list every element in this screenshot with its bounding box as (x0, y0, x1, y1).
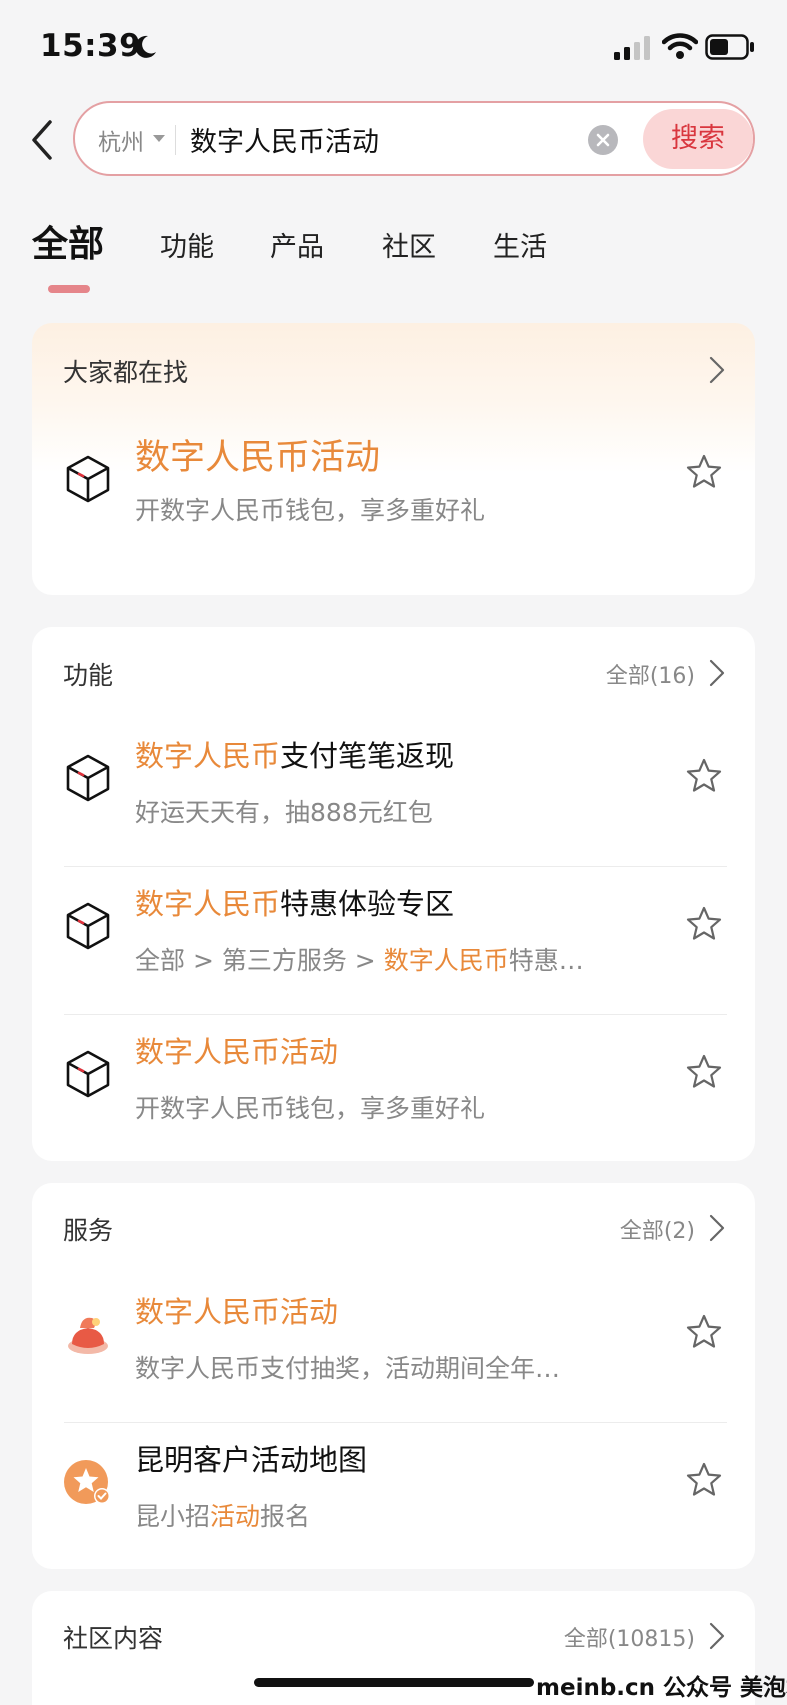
services-card: 服务 全部(2) 数字人民币活动 数字人民币支付抽奖，活动期间全年… 昆明客户活… (32, 1183, 755, 1569)
tab-product[interactable]: 产品 (270, 225, 324, 264)
city-selector[interactable]: 杭州 (98, 123, 144, 157)
list-item[interactable]: 数字人民币活动 开数字人民币钱包，享多重好礼 (32, 403, 755, 543)
tab-all[interactable]: 全部 (32, 215, 104, 267)
active-tab-indicator (48, 285, 90, 293)
trending-card: 大家都在找 数字人民币活动 开数字人民币钱包，享多重好礼 (32, 323, 755, 595)
clear-search-button[interactable] (588, 125, 618, 155)
section-title: 社区内容 (63, 1624, 164, 1653)
star-badge-icon (64, 1460, 110, 1504)
list-item[interactable]: 昆明客户活动地图 昆小招活动报名 (32, 1411, 755, 1551)
item-title-rest: 支付笔笔返现 (280, 739, 455, 773)
subtitle-highlight: 活动 (210, 1502, 261, 1531)
star-icon[interactable] (685, 1053, 723, 1091)
moon-icon (135, 35, 156, 58)
item-title-highlight: 数字人民币 (135, 887, 281, 921)
star-icon[interactable] (685, 757, 723, 795)
functions-card: 功能 全部(16) 数字人民币支付笔笔返现 好运天天有，抽888元红包 数字人民… (32, 627, 755, 1161)
back-button[interactable] (28, 118, 58, 162)
home-indicator (254, 1678, 534, 1687)
subtitle-suffix: 报名 (260, 1502, 311, 1531)
item-subtitle: 数字人民币支付抽奖，活动期间全年… (135, 1354, 561, 1383)
item-subtitle: 好运天天有，抽888元红包 (135, 798, 433, 827)
wifi-icon (662, 33, 698, 59)
box-icon (66, 1050, 110, 1098)
trending-title: 大家都在找 (63, 358, 189, 387)
item-title-highlight: 数字人民币活动 (135, 1295, 339, 1329)
item-title: 昆明客户活动地图 (135, 1437, 367, 1479)
category-tabs: 全部 功能 产品 社区 生活 (0, 215, 787, 295)
star-icon[interactable] (685, 905, 723, 943)
caret-down-icon[interactable] (153, 135, 165, 142)
star-icon[interactable] (685, 453, 723, 491)
item-title-highlight: 数字人民币活动 (135, 1035, 339, 1069)
tab-community[interactable]: 社区 (382, 225, 436, 264)
view-all-link[interactable]: 全部(16) (606, 658, 695, 690)
box-icon (66, 902, 110, 950)
item-title-rest: 昆明客户活动地图 (135, 1443, 368, 1477)
breadcrumb-suffix: 特惠… (508, 946, 584, 975)
gift-icon (68, 1317, 108, 1354)
chevron-right-icon[interactable] (709, 659, 725, 687)
item-subtitle: 昆小招活动报名 (135, 1497, 310, 1533)
list-item[interactable]: 数字人民币支付笔笔返现 好运天天有，抽888元红包 (32, 707, 755, 847)
view-all-link[interactable]: 全部(2) (620, 1213, 695, 1245)
item-subtitle: 开数字人民币钱包，享多重好礼 (135, 496, 486, 525)
status-time: 15:39 (40, 28, 142, 64)
star-icon[interactable] (685, 1461, 723, 1499)
item-title: 数字人民币特惠体验专区 (135, 881, 454, 923)
list-item[interactable]: 数字人民币活动 开数字人民币钱包，享多重好礼 (32, 1003, 755, 1143)
box-icon (66, 754, 110, 802)
chevron-right-icon[interactable] (709, 1622, 725, 1650)
item-breadcrumb: 全部 > 第三方服务 > 数字人民币特惠… (135, 941, 584, 977)
section-title: 功能 (63, 661, 114, 690)
item-title-highlight: 数字人民币 (135, 739, 281, 773)
search-input[interactable]: 数字人民币活动 (190, 120, 379, 159)
battery-icon (705, 34, 754, 60)
chevron-right-icon[interactable] (709, 1214, 725, 1242)
item-title: 数字人民币支付笔笔返现 (135, 733, 454, 775)
tab-function[interactable]: 功能 (160, 225, 214, 264)
search-bar: 杭州 数字人民币活动 搜索 (73, 101, 755, 176)
chevron-right-icon[interactable] (709, 356, 725, 384)
watermark: meinb.cn 公众号 美泡君 (536, 1675, 787, 1701)
subtitle-prefix: 昆小招 (135, 1502, 211, 1531)
item-title: 数字人民币活动 (135, 438, 381, 478)
search-button[interactable]: 搜索 (643, 109, 753, 169)
breadcrumb-highlight: 数字人民币 (383, 946, 509, 975)
item-title: 数字人民币活动 (135, 1289, 338, 1331)
close-icon (596, 133, 610, 147)
tab-life[interactable]: 生活 (493, 225, 547, 264)
item-subtitle: 开数字人民币钱包，享多重好礼 (135, 1094, 486, 1123)
cellular-signal-icon (614, 36, 650, 60)
breadcrumb-prefix: 全部 > 第三方服务 > (135, 946, 384, 975)
list-item[interactable]: 数字人民币特惠体验专区 全部 > 第三方服务 > 数字人民币特惠… (32, 855, 755, 995)
box-icon (66, 455, 110, 503)
view-all-link[interactable]: 全部(10815) (564, 1621, 695, 1653)
item-title: 数字人民币活动 (135, 1029, 338, 1071)
divider (175, 125, 176, 155)
star-icon[interactable] (685, 1313, 723, 1351)
item-title-rest: 特惠体验专区 (280, 887, 455, 921)
section-title: 服务 (63, 1216, 114, 1245)
status-bar: 15:39 (0, 0, 787, 96)
list-item[interactable]: 数字人民币活动 数字人民币支付抽奖，活动期间全年… (32, 1263, 755, 1403)
